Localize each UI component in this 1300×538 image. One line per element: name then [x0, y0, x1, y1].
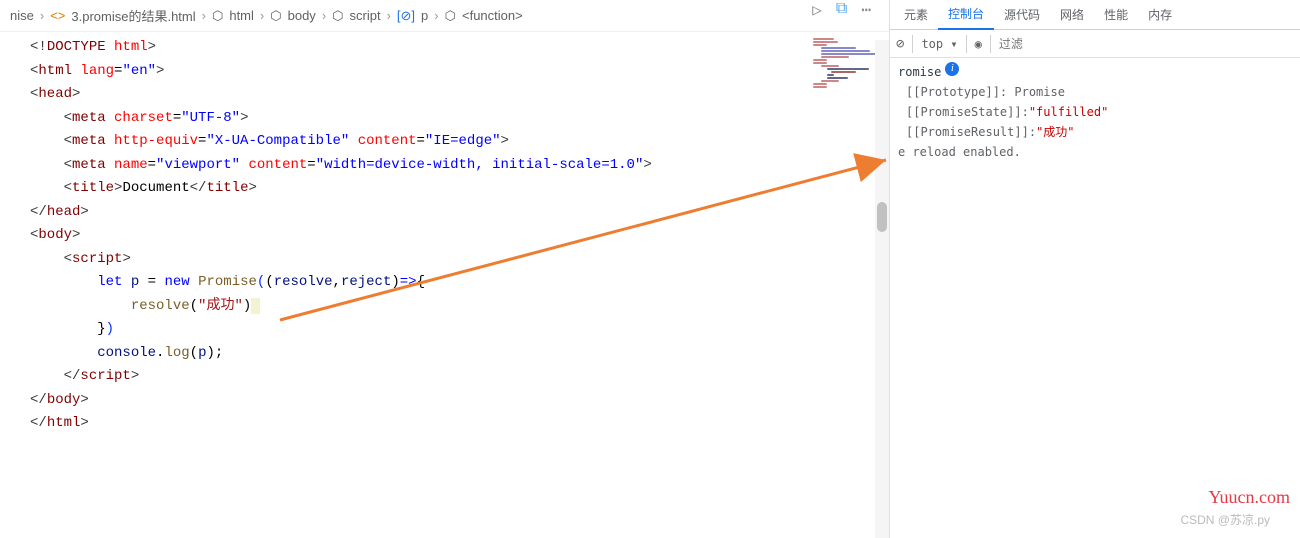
console-result-value: "成功" [1036, 122, 1074, 142]
chevron-right-icon: › [40, 8, 44, 23]
chevron-right-icon: › [202, 8, 206, 23]
code-area[interactable]: <!DOCTYPE html><html lang="en"><head> <m… [0, 32, 889, 538]
code-content[interactable]: <!DOCTYPE html><html lang="en"><head> <m… [20, 32, 889, 538]
breadcrumb: nise › <> 3.promise的结果.html › ⬡ html › ⬡… [0, 0, 889, 32]
chevron-right-icon: › [387, 8, 391, 23]
console-prototype: [[Prototype]]: Promise [906, 82, 1065, 102]
devtools-pane: 元素 控制台 源代码 网络 性能 内存 ⊘ top ▾ ◉ romise i [… [890, 0, 1300, 538]
clear-console-icon[interactable]: ⊘ [896, 36, 904, 52]
breadcrumb-item[interactable]: <function> [462, 8, 523, 23]
cube-icon: ⬡ [270, 8, 281, 24]
breadcrumb-item[interactable]: p [421, 8, 428, 23]
editor-pane: ▷ ⧉ ⋯ nise › <> 3.promise的结果.html › ⬡ ht… [0, 0, 890, 538]
html-file-icon: <> [50, 8, 65, 23]
console-reload-msg: e reload enabled. [898, 142, 1021, 162]
console-state-label: [[PromiseState]] [906, 102, 1022, 122]
cube-icon: ⬡ [212, 8, 223, 24]
info-icon[interactable]: i [945, 62, 959, 76]
tab-console[interactable]: 控制台 [938, 0, 994, 30]
tab-memory[interactable]: 内存 [1138, 0, 1182, 29]
split-icon[interactable]: ⧉ [836, 0, 847, 20]
tab-performance[interactable]: 性能 [1094, 0, 1138, 29]
tab-sources[interactable]: 源代码 [994, 0, 1050, 29]
context-selector[interactable]: top ▾ [921, 37, 957, 51]
console-promise-label: romise [898, 62, 941, 82]
breadcrumb-item[interactable]: 3.promise的结果.html [71, 6, 195, 25]
chevron-right-icon: › [260, 8, 264, 23]
editor-top-icons: ▷ ⧉ ⋯ [812, 0, 871, 20]
eye-icon[interactable]: ◉ [975, 37, 982, 51]
cube-icon: ⬡ [445, 8, 456, 24]
more-icon[interactable]: ⋯ [861, 0, 871, 20]
scrollbar-vertical[interactable] [875, 40, 889, 538]
breadcrumb-item[interactable]: html [229, 8, 254, 23]
line-gutter [0, 32, 20, 538]
watermark: Yuucn.com [1209, 487, 1290, 508]
breadcrumb-item[interactable]: body [288, 8, 316, 23]
play-icon[interactable]: ▷ [812, 0, 822, 20]
scrollbar-thumb[interactable] [877, 202, 887, 232]
console-state-value: "fulfilled" [1029, 102, 1108, 122]
console-output[interactable]: romise i [[Prototype]]: Promise [[Promis… [890, 58, 1300, 538]
console-toolbar: ⊘ top ▾ ◉ [890, 30, 1300, 58]
filter-input[interactable] [999, 37, 1294, 51]
chevron-right-icon: › [434, 8, 438, 23]
minimap[interactable] [813, 38, 883, 88]
watermark-author: CSDN @苏凉.py [1180, 511, 1270, 528]
console-result-label: [[PromiseResult]] [906, 122, 1029, 142]
cube-icon: ⬡ [332, 8, 343, 24]
devtools-tabs: 元素 控制台 源代码 网络 性能 内存 [890, 0, 1300, 30]
tab-elements[interactable]: 元素 [894, 0, 938, 29]
breadcrumb-file-partial[interactable]: nise [10, 8, 34, 23]
breadcrumb-item[interactable]: script [350, 8, 381, 23]
chevron-right-icon: › [322, 8, 326, 23]
tab-network[interactable]: 网络 [1050, 0, 1094, 29]
variable-icon: [⊘] [397, 8, 415, 24]
